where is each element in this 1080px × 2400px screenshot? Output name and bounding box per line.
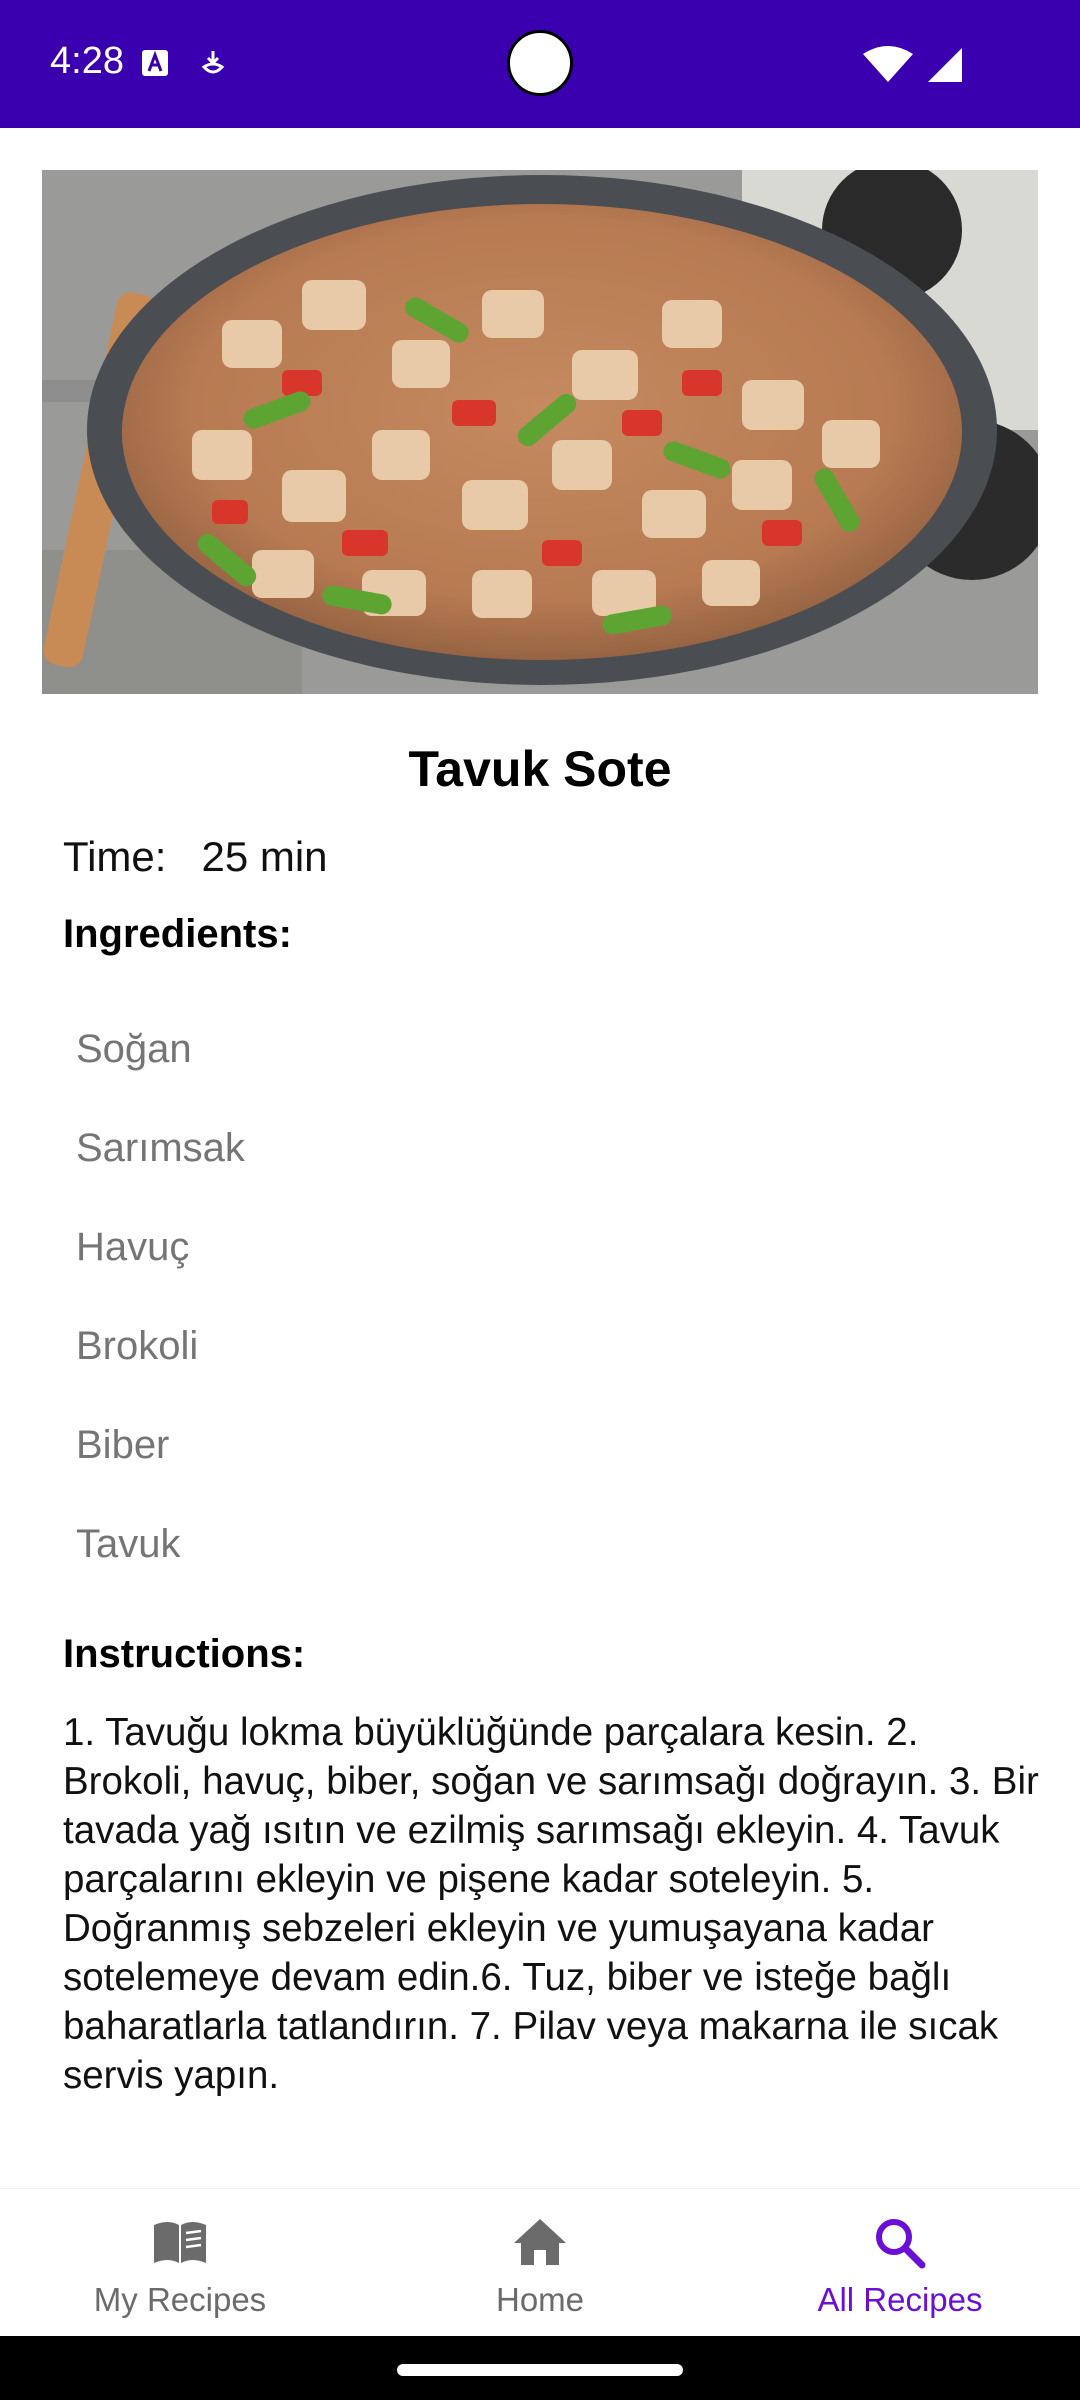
gesture-navigation-bar <box>0 2336 1080 2400</box>
home-gesture-handle[interactable] <box>397 2364 683 2376</box>
status-bar: 4:28 <box>0 0 1080 128</box>
recipe-image <box>42 170 1038 694</box>
download-icon <box>201 51 225 74</box>
wifi-icon <box>863 46 962 82</box>
ingredient-item: Biber <box>76 1423 170 1467</box>
nav-all-recipes[interactable]: All Recipes <box>720 2189 1080 2337</box>
recipe-title: Tavuk Sote <box>408 741 672 797</box>
nav-my-recipes[interactable]: My Recipes <box>0 2189 360 2337</box>
status-time: 4:28 <box>50 40 124 82</box>
ingredient-item: Soğan <box>76 1027 192 1071</box>
time-row: Time: 25 min <box>63 833 328 881</box>
nav-my-recipes-label: My Recipes <box>93 2281 267 2318</box>
time-label: Time: <box>63 833 167 880</box>
time-value: 25 min <box>201 833 328 880</box>
home-icon <box>514 2219 566 2265</box>
nav-home[interactable]: Home <box>360 2189 720 2337</box>
book-icon <box>154 2222 206 2263</box>
nav-home-label: Home <box>495 2281 585 2318</box>
ingredient-item: Havuç <box>76 1225 190 1269</box>
search-icon <box>876 2219 926 2269</box>
ingredients-list: Soğan Sarımsak Havuç Brokoli Biber Tavuk <box>76 1020 245 1614</box>
nav-all-recipes-label: All Recipes <box>817 2281 983 2318</box>
ingredients-heading: Ingredients: <box>63 912 292 956</box>
ingredient-item: Tavuk <box>76 1522 181 1566</box>
text-format-icon <box>142 50 168 76</box>
ingredient-item: Brokoli <box>76 1324 199 1368</box>
instructions-text: 1. Tavuğu lokma büyüklüğünde parçalara k… <box>63 1711 1039 2097</box>
instructions-heading: Instructions: <box>63 1632 306 1676</box>
camera-cutout <box>507 30 573 96</box>
ingredient-item: Sarımsak <box>76 1126 245 1170</box>
bottom-navigation: My Recipes Home All Recipes <box>0 2188 1080 2337</box>
